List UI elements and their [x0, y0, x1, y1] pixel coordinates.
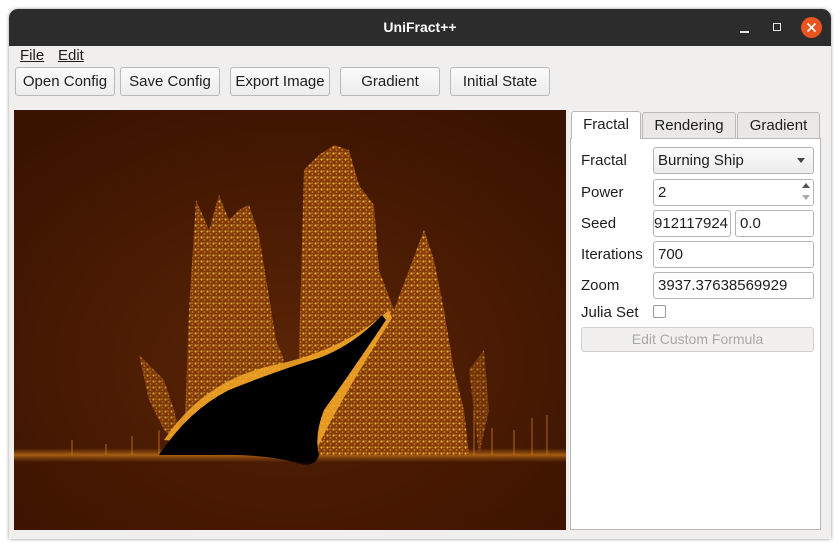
tab-rendering[interactable]: Rendering	[642, 112, 736, 139]
maximize-button[interactable]	[768, 9, 788, 46]
tab-fractal[interactable]: Fractal	[571, 111, 641, 139]
power-label: Power	[581, 184, 624, 201]
zoom-input[interactable]: 3937.37638569929	[653, 272, 814, 299]
gradient-button[interactable]: Gradient	[340, 67, 440, 96]
title-bar[interactable]: UniFract++	[9, 9, 831, 46]
maximize-icon	[773, 23, 781, 31]
initial-state-button[interactable]: Initial State	[450, 67, 550, 96]
menu-file[interactable]: File	[20, 47, 44, 64]
export-image-button[interactable]: Export Image	[230, 67, 330, 96]
chevron-down-icon	[797, 158, 805, 163]
tab-gradient[interactable]: Gradient	[737, 112, 820, 139]
close-button[interactable]	[801, 17, 822, 38]
iterations-input[interactable]: 700	[653, 241, 814, 268]
menu-edit[interactable]: Edit	[58, 47, 84, 64]
menu-edit-label: Edit	[58, 47, 84, 64]
fractal-select[interactable]: Burning Ship	[653, 147, 814, 174]
minimize-button[interactable]	[735, 9, 755, 46]
window-title: UniFract++	[383, 19, 457, 35]
minimize-icon	[740, 31, 749, 33]
iterations-label: Iterations	[581, 246, 643, 263]
fractal-image	[14, 110, 566, 530]
julia-set-checkbox[interactable]	[653, 305, 666, 318]
save-config-button[interactable]: Save Config	[120, 67, 220, 96]
spin-buttons[interactable]	[799, 180, 813, 205]
fractal-label: Fractal	[581, 152, 627, 169]
menu-file-label: File	[20, 47, 45, 64]
spin-up-icon[interactable]	[802, 183, 810, 188]
fractal-canvas[interactable]	[14, 110, 566, 530]
seed-x-input[interactable]: 912117924	[653, 210, 731, 237]
power-value: 2	[658, 184, 667, 201]
fractal-select-value: Burning Ship	[658, 152, 744, 169]
power-spinbox[interactable]: 2	[653, 179, 814, 206]
julia-set-label: Julia Set	[581, 304, 639, 321]
edit-custom-formula-button: Edit Custom Formula	[581, 327, 814, 352]
open-config-button[interactable]: Open Config	[15, 67, 115, 96]
spin-down-icon[interactable]	[802, 195, 810, 200]
seed-label: Seed	[581, 215, 617, 232]
zoom-label: Zoom	[581, 277, 620, 294]
close-icon	[806, 22, 817, 33]
seed-y-input[interactable]: 0.0	[735, 210, 814, 237]
